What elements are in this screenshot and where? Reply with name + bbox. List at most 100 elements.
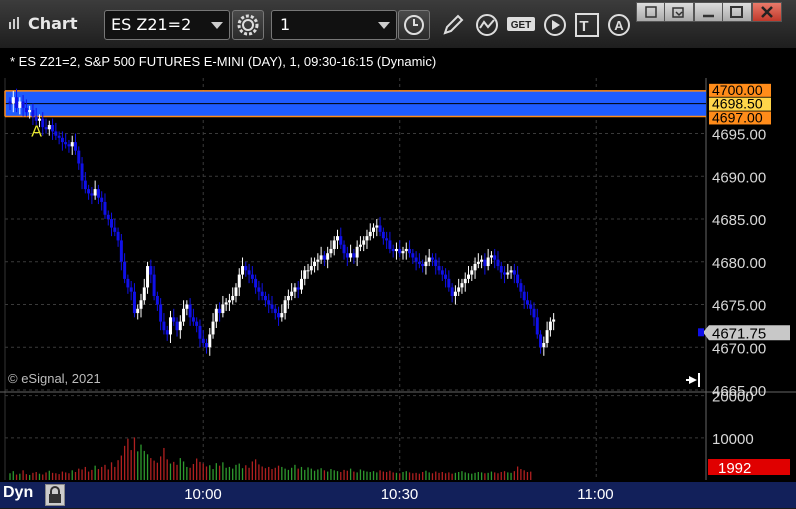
candle [391,244,395,258]
candle [293,283,297,299]
price-tick-label: 4695.00 [712,127,766,144]
candle [493,248,497,269]
candle-body [434,259,438,267]
candle [306,263,310,279]
candle [365,229,369,249]
candle-body [447,278,451,288]
candle-body [440,270,444,275]
level-band [4,90,706,118]
candle-body [162,321,166,331]
candle-body [110,219,114,228]
candle-body [352,253,356,258]
last-price-label: 4671.75 [712,325,766,342]
candle-body [244,266,248,271]
candle-body [529,304,533,309]
candle-body [473,263,477,271]
chart-window: Chart ES Z21=2 1 GET T A A 4695.00 4690.… [0,0,796,508]
candle [349,244,353,262]
price-tick-label: 4670.00 [712,340,766,357]
candle [51,118,55,140]
candle [201,330,205,348]
candle-body [306,270,310,272]
candle-body [24,107,28,113]
candle [54,122,58,140]
candle [152,266,156,301]
candle-body [342,244,346,254]
price-volume-chart[interactable]: A 4695.00 4690.00 4685.00 4680.00 4675.00 467… [0,0,796,508]
candle [362,236,366,252]
candle [332,236,336,256]
candle [270,295,274,314]
candle [290,283,294,301]
candle-body [476,261,480,264]
candle-body [296,287,300,290]
candle-body [358,244,362,247]
candle [345,246,349,267]
candle [535,308,539,339]
candle-body [349,253,353,258]
candle [296,281,300,299]
candle [322,251,326,267]
candle [313,257,317,273]
dynamic-mode-label[interactable]: Dyn [3,484,33,502]
candle [87,184,91,200]
candle [159,298,163,331]
candle-body [286,295,290,301]
candle-body [532,308,536,318]
candle-body [51,125,55,132]
candle [437,257,441,275]
candle-body [457,287,461,292]
jump-to-end-icon [686,373,700,387]
candle-body [123,261,127,279]
candle [430,253,434,267]
candle [375,219,379,237]
candle [60,131,64,151]
candle-body [254,278,258,288]
candle [165,325,169,341]
candle-body [100,197,104,202]
candle [224,298,228,311]
candle [509,266,513,279]
candle [155,291,159,311]
candle [267,293,271,314]
candle-body [512,270,516,275]
candle-body [54,131,58,136]
candle [342,240,346,260]
candle [470,266,474,282]
candle-body [257,287,261,292]
candle-body [542,342,546,348]
candle-body [437,266,441,271]
candle [512,263,516,284]
candle [175,317,179,337]
candle [417,253,421,269]
candle-body [486,257,490,267]
candle-body [155,295,159,305]
candle-body [129,287,133,292]
candle [460,278,464,294]
candle [552,313,556,331]
candle-body [136,308,140,314]
candle-body [270,304,274,309]
candle [123,253,127,284]
candle [74,133,77,155]
candle [100,191,104,211]
candle [113,219,117,237]
candle-body [404,248,408,252]
candle-body [552,319,556,322]
candle [283,295,287,320]
candle [67,139,71,153]
candle-body [113,227,117,232]
candle [162,313,166,335]
candle [119,234,123,271]
candle [532,302,536,326]
candle [129,281,133,301]
candle [453,285,457,305]
candle [247,263,251,284]
candle [178,315,182,339]
price-tick-label: 4690.00 [712,169,766,186]
candle [44,118,48,134]
candle-body [368,231,372,237]
lock-button[interactable] [45,484,65,506]
candle [401,246,405,260]
candle-body [11,97,15,104]
